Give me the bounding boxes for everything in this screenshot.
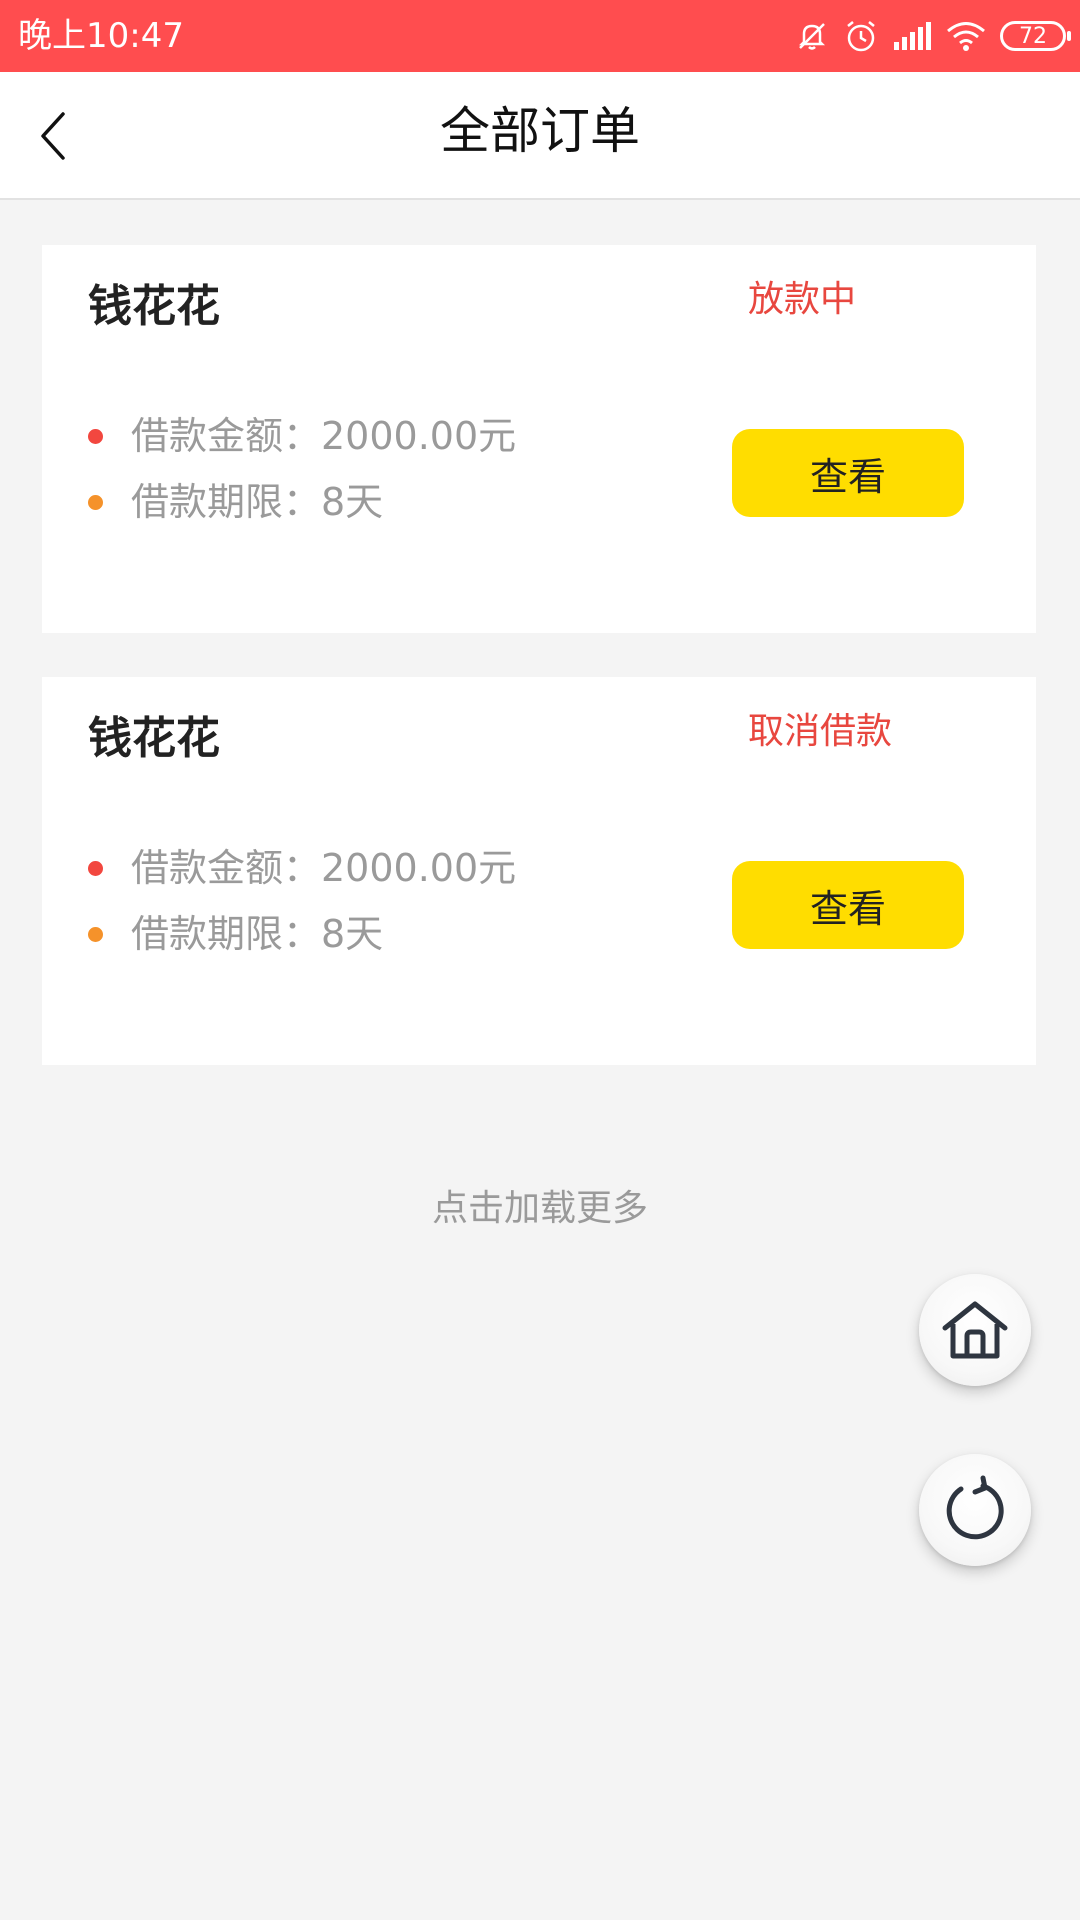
product-name: 钱花花 [88, 281, 220, 332]
bullet-dot [88, 860, 103, 876]
status-time: 晚上10:47 [18, 16, 184, 56]
order-status: 放款中 [748, 279, 857, 320]
signal-icon [892, 20, 932, 52]
bullet-dot [88, 494, 103, 510]
order-card: 钱花花 放款中 借款金额：2000.00元 借款期限：8天 查看 [42, 245, 1036, 633]
status-icons: 72 [794, 14, 1071, 58]
view-button[interactable]: 查看 [732, 429, 964, 517]
order-card: 钱花花 取消借款 借款金额：2000.00元 借款期限：8天 查看 [42, 677, 1036, 1065]
order-status: 取消借款 [748, 711, 893, 752]
home-button[interactable] [919, 1274, 1031, 1386]
loan-term: 借款期限：8天 [88, 909, 383, 959]
mute-icon [794, 18, 830, 54]
bullet-dot [88, 926, 103, 942]
loan-amount: 借款金额：2000.00元 [88, 411, 516, 461]
status-bar: 晚上10:47 72 [0, 0, 1080, 72]
page-title: 全部订单 [440, 102, 640, 160]
battery-icon: 72 [1000, 21, 1071, 51]
nav-bar: 全部订单 [0, 72, 1080, 200]
load-more-link[interactable]: 点击加载更多 [0, 1186, 1080, 1232]
alarm-icon [844, 18, 878, 54]
loan-amount: 借款金额：2000.00元 [88, 843, 516, 893]
view-button[interactable]: 查看 [732, 861, 964, 949]
bullet-dot [88, 428, 103, 444]
loan-term: 借款期限：8天 [88, 477, 383, 527]
product-name: 钱花花 [88, 713, 220, 764]
wifi-icon [946, 20, 986, 52]
loan-term-text: 借款期限：8天 [131, 912, 384, 956]
refresh-icon [946, 1475, 1004, 1540]
loan-term-text: 借款期限：8天 [131, 480, 384, 524]
loan-amount-text: 借款金额：2000.00元 [131, 846, 517, 890]
refresh-button[interactable] [919, 1454, 1031, 1566]
home-icon [942, 1301, 1008, 1359]
loan-amount-text: 借款金额：2000.00元 [131, 414, 517, 458]
